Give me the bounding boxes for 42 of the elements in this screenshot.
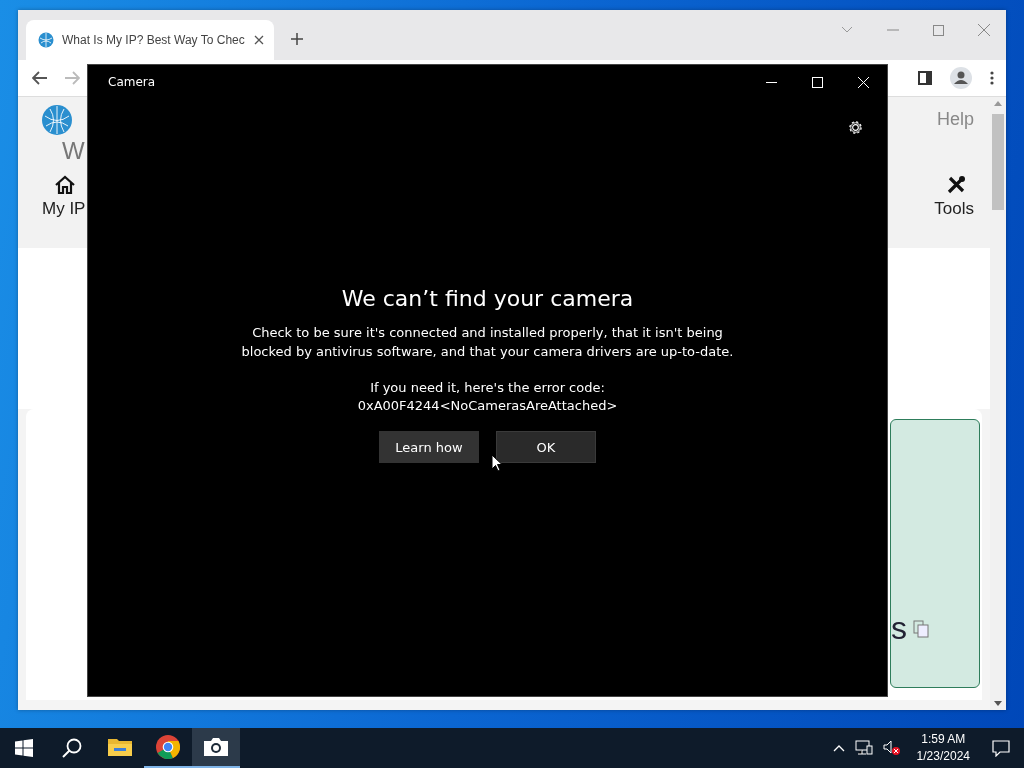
globe-logo-icon[interactable] [42,105,72,135]
chevron-up-icon[interactable] [832,744,845,752]
new-tab-icon[interactable] [290,32,304,46]
close-icon[interactable] [254,35,264,45]
clock-time: 1:59 AM [921,731,966,748]
chrome-icon [156,735,180,759]
clock-date: 1/23/2024 [916,748,970,765]
error-code: 0xA00F4244<NoCamerasAreAttached> [357,397,618,415]
notification-icon[interactable] [992,739,1010,757]
tools-icon [946,175,967,195]
error-message: Check to be sure it's connected and installed properly, that it isn't being blocked by antivirus software, and that your camera drivers are up-to-date. [240,324,735,361]
profile-avatar-icon[interactable] [950,67,972,89]
copy-icon[interactable] [913,619,929,638]
error-code-intro: If you need it, here's the error code: [370,379,605,397]
site-title: W [62,137,85,165]
settings-icon[interactable] [847,119,864,136]
card-text: s [891,610,907,647]
taskbar-app[interactable] [192,728,240,768]
home-icon [54,175,76,195]
scrollbar-thumb[interactable] [992,114,1004,210]
back-arrow-icon[interactable] [32,71,48,85]
mouse-cursor-icon [491,454,503,472]
window-title: Camera [108,75,156,89]
tab-title: What Is My IP? Best Way To Chec [62,33,246,47]
error-heading: We can’t find your camera [341,286,634,311]
nav-item[interactable]: My IP [42,175,86,219]
windows-start-icon[interactable] [15,739,33,757]
folder-icon [108,737,132,757]
ok-button[interactable]: OK [496,431,596,463]
scroll-down-icon[interactable] [994,701,1002,706]
scrollbar[interactable] [990,97,1006,710]
clock[interactable]: 1:59 AM 1/23/2024 [916,731,970,765]
globe-icon [38,32,54,48]
volume-muted-icon[interactable] [882,740,901,756]
side-panel-icon[interactable] [918,71,932,85]
search-icon[interactable] [62,738,82,758]
menu-icon[interactable] [990,71,994,85]
network-icon[interactable] [854,740,873,756]
camera-icon [204,737,228,757]
browser-tab[interactable]: What Is My IP? Best Way To Chec [26,20,274,60]
learn-how-button[interactable]: Learn how [379,431,479,463]
nav-item[interactable]: Tools [934,175,974,219]
